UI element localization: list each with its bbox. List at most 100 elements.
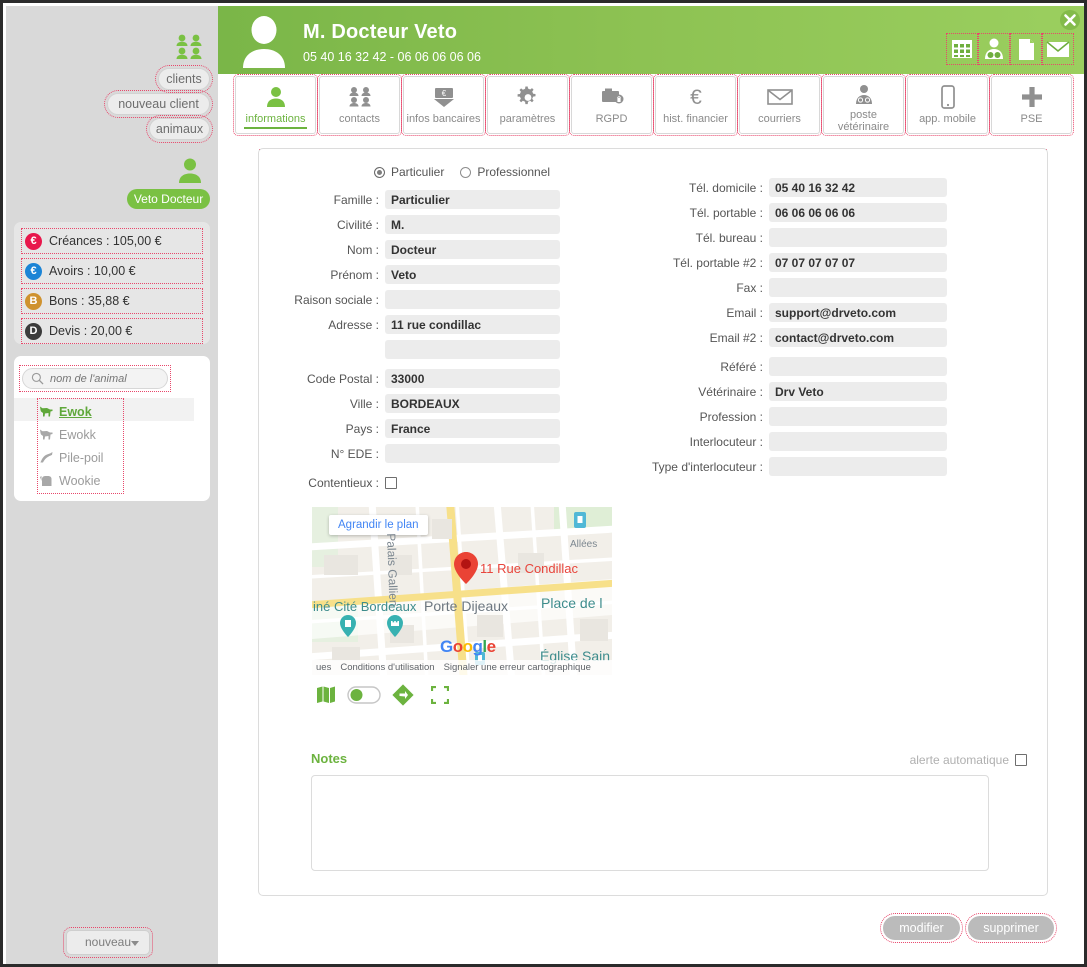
envelope-icon: [766, 83, 793, 111]
directions-icon[interactable]: [392, 684, 414, 706]
location-map[interactable]: Agrandir le plan Palais Gallien Allées i…: [312, 507, 612, 675]
svg-text:€: €: [690, 86, 702, 109]
contentieux-checkbox[interactable]: [385, 476, 397, 489]
refere-input[interactable]: [769, 357, 947, 376]
field-label: Code Postal :: [306, 371, 379, 386]
notes-textarea[interactable]: [311, 775, 989, 871]
fax-input[interactable]: [769, 278, 947, 297]
devis-label: Devis : 20,00 €: [49, 324, 133, 338]
tab-bar: informations contacts € infos bancaires …: [218, 74, 1084, 136]
tel-bureau-input[interactable]: [769, 228, 947, 247]
field-type-interlocuteur: Type d'interlocuteur :: [629, 454, 1019, 479]
famille-input[interactable]: [385, 190, 560, 209]
tab-pse[interactable]: PSE: [989, 74, 1074, 136]
balance-devis[interactable]: D Devis : 20,00 €: [21, 318, 203, 344]
tab-rgpd[interactable]: RGPD: [569, 74, 654, 136]
envelope-icon[interactable]: [1042, 33, 1074, 65]
map-footer-link-1[interactable]: Conditions d'utilisation: [340, 662, 434, 673]
client-type-radios: Particulier Professionnel: [374, 165, 550, 179]
tab-contacts[interactable]: contacts: [317, 74, 402, 136]
tel-portable-2-input[interactable]: [769, 253, 947, 272]
balance-bons[interactable]: B Bons : 35,88 €: [21, 288, 203, 314]
tab-courriers[interactable]: courriers: [737, 74, 822, 136]
calendar-icon[interactable]: [946, 33, 978, 65]
animal-item-pile-poil[interactable]: Pile-poil: [39, 446, 122, 469]
raison-sociale-input[interactable]: [385, 290, 560, 309]
veterinaire-input[interactable]: [769, 382, 947, 401]
toggle-switch[interactable]: [347, 686, 381, 704]
tab-parametres[interactable]: paramètres: [485, 74, 570, 136]
modifier-button[interactable]: modifier: [880, 913, 963, 943]
profession-input[interactable]: [769, 407, 947, 426]
close-icon[interactable]: [1059, 9, 1081, 31]
code-postal-input[interactable]: [385, 369, 560, 388]
animal-search-panel: Ewok Ewokk Pile-poil: [14, 356, 210, 501]
balance-avoirs[interactable]: € Avoirs : 10,00 €: [21, 258, 203, 284]
prenom-input[interactable]: [385, 265, 560, 284]
tab-app-mobile[interactable]: app. mobile: [905, 74, 990, 136]
nouveau-dropdown-label: nouveau: [84, 935, 132, 949]
field-label: N° EDE :: [330, 446, 379, 461]
sidebar: clients nouveau client animaux Veto Doct…: [6, 6, 218, 964]
adresse-input[interactable]: [385, 315, 560, 334]
ville-input[interactable]: [385, 394, 560, 413]
pays-input[interactable]: [385, 419, 560, 438]
tab-poste-veterinaire[interactable]: poste vétérinaire: [821, 74, 906, 136]
adresse2-input[interactable]: [385, 340, 560, 359]
supprimer-button[interactable]: supprimer: [965, 913, 1057, 943]
person-icon: [179, 158, 201, 183]
plus-icon: [1020, 83, 1044, 111]
tab-label: infos bancaires: [406, 113, 481, 125]
fullscreen-icon[interactable]: [431, 686, 449, 704]
field-famille: Famille :: [289, 187, 619, 212]
field-refere: Référé :: [629, 354, 1019, 379]
animal-item-ewokk[interactable]: Ewokk: [39, 423, 122, 446]
n-ede-input[interactable]: [385, 444, 560, 463]
map-footer-link-2[interactable]: Signaler une erreur cartographique: [444, 662, 591, 673]
email-input[interactable]: [769, 303, 947, 322]
tel-portable-input[interactable]: [769, 203, 947, 222]
avoirs-badge: €: [25, 262, 42, 280]
person-icon: [265, 83, 287, 111]
civilite-input[interactable]: [385, 215, 560, 234]
document-icon[interactable]: [1010, 33, 1042, 65]
animal-label: Wookie: [59, 473, 101, 488]
clients-button[interactable]: clients: [155, 65, 213, 93]
field-tel-domicile: Tél. domicile :: [629, 175, 1019, 200]
nouveau-client-button[interactable]: nouveau client: [104, 90, 213, 118]
field-label: Pays :: [345, 421, 379, 436]
alerte-automatique-checkbox[interactable]: [1015, 754, 1027, 766]
field-label: Tél. bureau :: [695, 230, 763, 245]
devis-badge: D: [25, 322, 42, 340]
map-marker-icon: [454, 552, 478, 584]
type-interlocuteur-input[interactable]: [769, 457, 947, 476]
current-user-pill[interactable]: Veto Docteur: [127, 189, 210, 209]
bons-label: Bons : 35,88 €: [49, 294, 130, 308]
veterinarian-icon[interactable]: [978, 33, 1010, 65]
balance-creances[interactable]: € Créances : 105,00 €: [21, 228, 203, 254]
animaux-button[interactable]: animaux: [146, 115, 213, 143]
animal-item-wookie[interactable]: Wookie: [39, 469, 122, 492]
header-phones: 05 40 16 32 42 - 06 06 06 06 06: [303, 50, 481, 64]
radio-professionnel[interactable]: [460, 166, 472, 178]
expand-map-button[interactable]: Agrandir le plan: [329, 515, 428, 535]
map-footer-link-0[interactable]: ues: [316, 662, 331, 673]
map-layer-icon[interactable]: [316, 686, 336, 704]
tab-hist-financier[interactable]: € hist. financier: [653, 74, 738, 136]
tab-infos-bancaires[interactable]: € infos bancaires: [401, 74, 486, 136]
animal-item-ewok[interactable]: Ewok: [39, 400, 122, 423]
tab-label: contacts: [339, 113, 380, 125]
field-label: Profession :: [699, 409, 763, 424]
tab-informations[interactable]: informations: [233, 74, 318, 136]
map-street-porte-dijeaux: Porte Dijeaux: [424, 598, 509, 614]
email-2-input[interactable]: [769, 328, 947, 347]
tab-label: courriers: [758, 113, 801, 125]
tel-domicile-input[interactable]: [769, 178, 947, 197]
nouveau-dropdown-button[interactable]: nouveau: [63, 927, 153, 958]
radio-particulier[interactable]: [374, 166, 385, 178]
map-poi-place: Place de l: [541, 595, 603, 611]
nom-input[interactable]: [385, 240, 560, 259]
map-poi-small-icon: [574, 512, 586, 528]
interlocuteur-input[interactable]: [769, 432, 947, 451]
bons-badge: B: [25, 292, 42, 310]
